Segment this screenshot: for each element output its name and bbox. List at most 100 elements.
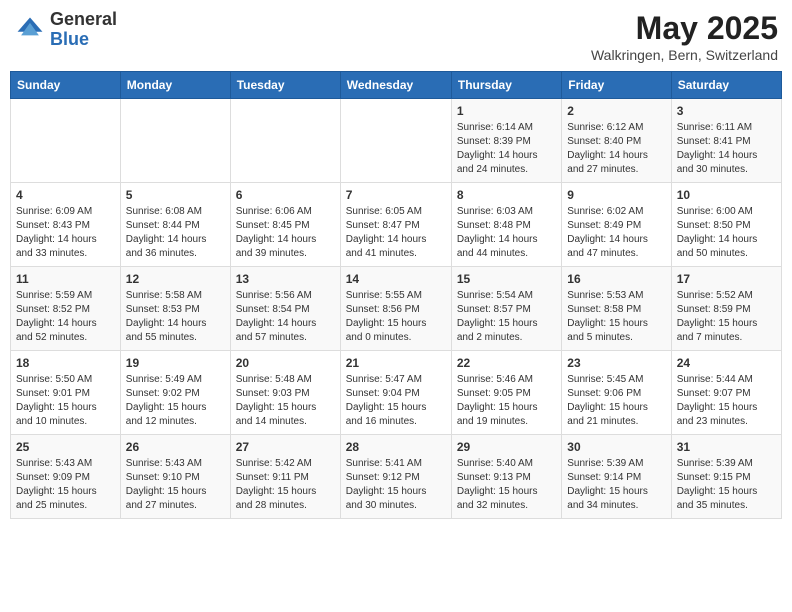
day-cell: 5 Sunrise: 6:08 AM Sunset: 8:44 PM Daylig… [120, 183, 230, 267]
day-cell: 13 Sunrise: 5:56 AM Sunset: 8:54 PM Dayli… [230, 267, 340, 351]
day-cell: 18 Sunrise: 5:50 AM Sunset: 9:01 PM Dayli… [11, 351, 121, 435]
day-number: 14 [346, 272, 446, 286]
day-number: 1 [457, 104, 556, 118]
day-info: Sunrise: 6:11 AM Sunset: 8:41 PM Dayligh… [677, 121, 776, 177]
day-number: 8 [457, 188, 556, 202]
page-header: General Blue May 2025 Walkringen, Bern, … [10, 10, 782, 63]
day-cell: 15Sunrise: 5:54 AM Sunset: 8:57 PM Dayli… [451, 267, 561, 351]
calendar-table: SundayMondayTuesdayWednesdayThursdayFrid… [10, 71, 782, 519]
day-cell: 25Sunrise: 5:43 AM Sunset: 9:09 PM Dayli… [11, 435, 121, 519]
day-number: 9 [567, 188, 665, 202]
day-info: Sunrise: 6:03 AM Sunset: 8:48 PM Dayligh… [457, 205, 556, 261]
day-info: Sunrise: 6:12 AM Sunset: 8:40 PM Dayligh… [567, 121, 665, 177]
day-info: Sunrise: 5:46 AM Sunset: 9:05 PM Dayligh… [457, 373, 556, 429]
location-subtitle: Walkringen, Bern, Switzerland [591, 47, 778, 63]
header-cell-sunday: Sunday [11, 72, 121, 99]
day-cell: 27 Sunrise: 5:42 AM Sunset: 9:11 PM Dayli… [230, 435, 340, 519]
day-info: Sunrise: 5:49 AM Sunset: 9:02 PM Dayligh… [126, 373, 225, 429]
header-cell-tuesday: Tuesday [230, 72, 340, 99]
logo-icon [14, 14, 46, 46]
day-info: Sunrise: 5:40 AM Sunset: 9:13 PM Dayligh… [457, 457, 556, 513]
day-cell: 31 Sunrise: 5:39 AM Sunset: 9:15 PM Dayli… [671, 435, 781, 519]
day-cell: 3 Sunrise: 6:11 AM Sunset: 8:41 PM Daylig… [671, 99, 781, 183]
day-cell: 23 Sunrise: 5:45 AM Sunset: 9:06 PM Dayli… [562, 351, 671, 435]
week-row: 4Sunrise: 6:09 AM Sunset: 8:43 PM Daylig… [11, 183, 782, 267]
day-number: 7 [346, 188, 446, 202]
day-cell: 9 Sunrise: 6:02 AM Sunset: 8:49 PM Daylig… [562, 183, 671, 267]
day-number: 15 [457, 272, 556, 286]
day-info: Sunrise: 5:45 AM Sunset: 9:06 PM Dayligh… [567, 373, 665, 429]
header-cell-friday: Friday [562, 72, 671, 99]
day-cell: 30 Sunrise: 5:39 AM Sunset: 9:14 PM Dayli… [562, 435, 671, 519]
day-cell: 19 Sunrise: 5:49 AM Sunset: 9:02 PM Dayli… [120, 351, 230, 435]
day-number: 3 [677, 104, 776, 118]
day-number: 23 [567, 356, 665, 370]
header-cell-wednesday: Wednesday [340, 72, 451, 99]
day-number: 19 [126, 356, 225, 370]
logo: General Blue [14, 10, 117, 50]
logo-general-text: General [50, 9, 117, 29]
week-row: 25Sunrise: 5:43 AM Sunset: 9:09 PM Dayli… [11, 435, 782, 519]
day-cell [120, 99, 230, 183]
day-cell: 14 Sunrise: 5:55 AM Sunset: 8:56 PM Dayli… [340, 267, 451, 351]
day-number: 5 [126, 188, 225, 202]
day-number: 16 [567, 272, 665, 286]
day-info: Sunrise: 5:44 AM Sunset: 9:07 PM Dayligh… [677, 373, 776, 429]
day-number: 11 [16, 272, 115, 286]
day-cell: 8 Sunrise: 6:03 AM Sunset: 8:48 PM Daylig… [451, 183, 561, 267]
day-number: 25 [16, 440, 115, 454]
day-info: Sunrise: 6:08 AM Sunset: 8:44 PM Dayligh… [126, 205, 225, 261]
day-info: Sunrise: 5:47 AM Sunset: 9:04 PM Dayligh… [346, 373, 446, 429]
day-cell: 12 Sunrise: 5:58 AM Sunset: 8:53 PM Dayli… [120, 267, 230, 351]
day-number: 30 [567, 440, 665, 454]
week-row: 11 Sunrise: 5:59 AM Sunset: 8:52 PM Dayli… [11, 267, 782, 351]
header-cell-thursday: Thursday [451, 72, 561, 99]
day-cell: 11 Sunrise: 5:59 AM Sunset: 8:52 PM Dayli… [11, 267, 121, 351]
day-cell [340, 99, 451, 183]
day-cell: 6Sunrise: 6:06 AM Sunset: 8:45 PM Daylig… [230, 183, 340, 267]
day-cell: 22 Sunrise: 5:46 AM Sunset: 9:05 PM Dayli… [451, 351, 561, 435]
day-cell: 16Sunrise: 5:53 AM Sunset: 8:58 PM Dayli… [562, 267, 671, 351]
day-number: 31 [677, 440, 776, 454]
day-info: Sunrise: 5:55 AM Sunset: 8:56 PM Dayligh… [346, 289, 446, 345]
day-info: Sunrise: 5:39 AM Sunset: 9:14 PM Dayligh… [567, 457, 665, 513]
day-cell: 2 Sunrise: 6:12 AM Sunset: 8:40 PM Daylig… [562, 99, 671, 183]
day-cell: 20Sunrise: 5:48 AM Sunset: 9:03 PM Dayli… [230, 351, 340, 435]
day-number: 13 [236, 272, 335, 286]
day-cell: 28 Sunrise: 5:41 AM Sunset: 9:12 PM Dayli… [340, 435, 451, 519]
day-info: Sunrise: 5:50 AM Sunset: 9:01 PM Dayligh… [16, 373, 115, 429]
day-number: 28 [346, 440, 446, 454]
day-number: 18 [16, 356, 115, 370]
day-number: 22 [457, 356, 556, 370]
day-info: Sunrise: 5:41 AM Sunset: 9:12 PM Dayligh… [346, 457, 446, 513]
logo-text: General Blue [50, 10, 117, 50]
day-cell: 21 Sunrise: 5:47 AM Sunset: 9:04 PM Dayli… [340, 351, 451, 435]
day-info: Sunrise: 5:42 AM Sunset: 9:11 PM Dayligh… [236, 457, 335, 513]
day-info: Sunrise: 5:56 AM Sunset: 8:54 PM Dayligh… [236, 289, 335, 345]
day-info: Sunrise: 5:43 AM Sunset: 9:10 PM Dayligh… [126, 457, 225, 513]
day-info: Sunrise: 5:39 AM Sunset: 9:15 PM Dayligh… [677, 457, 776, 513]
day-number: 26 [126, 440, 225, 454]
day-number: 2 [567, 104, 665, 118]
day-info: Sunrise: 6:02 AM Sunset: 8:49 PM Dayligh… [567, 205, 665, 261]
calendar-body: 1Sunrise: 6:14 AM Sunset: 8:39 PM Daylig… [11, 99, 782, 519]
day-cell: 26 Sunrise: 5:43 AM Sunset: 9:10 PM Dayli… [120, 435, 230, 519]
day-info: Sunrise: 5:58 AM Sunset: 8:53 PM Dayligh… [126, 289, 225, 345]
day-number: 17 [677, 272, 776, 286]
header-cell-saturday: Saturday [671, 72, 781, 99]
day-info: Sunrise: 6:05 AM Sunset: 8:47 PM Dayligh… [346, 205, 446, 261]
day-number: 27 [236, 440, 335, 454]
day-cell: 29Sunrise: 5:40 AM Sunset: 9:13 PM Dayli… [451, 435, 561, 519]
day-number: 6 [236, 188, 335, 202]
day-cell: 7 Sunrise: 6:05 AM Sunset: 8:47 PM Daylig… [340, 183, 451, 267]
day-number: 4 [16, 188, 115, 202]
week-row: 1Sunrise: 6:14 AM Sunset: 8:39 PM Daylig… [11, 99, 782, 183]
day-number: 21 [346, 356, 446, 370]
day-info: Sunrise: 5:59 AM Sunset: 8:52 PM Dayligh… [16, 289, 115, 345]
day-number: 12 [126, 272, 225, 286]
week-row: 18 Sunrise: 5:50 AM Sunset: 9:01 PM Dayli… [11, 351, 782, 435]
logo-blue-text: Blue [50, 29, 89, 49]
calendar-header: SundayMondayTuesdayWednesdayThursdayFrid… [11, 72, 782, 99]
day-info: Sunrise: 5:52 AM Sunset: 8:59 PM Dayligh… [677, 289, 776, 345]
day-cell [230, 99, 340, 183]
